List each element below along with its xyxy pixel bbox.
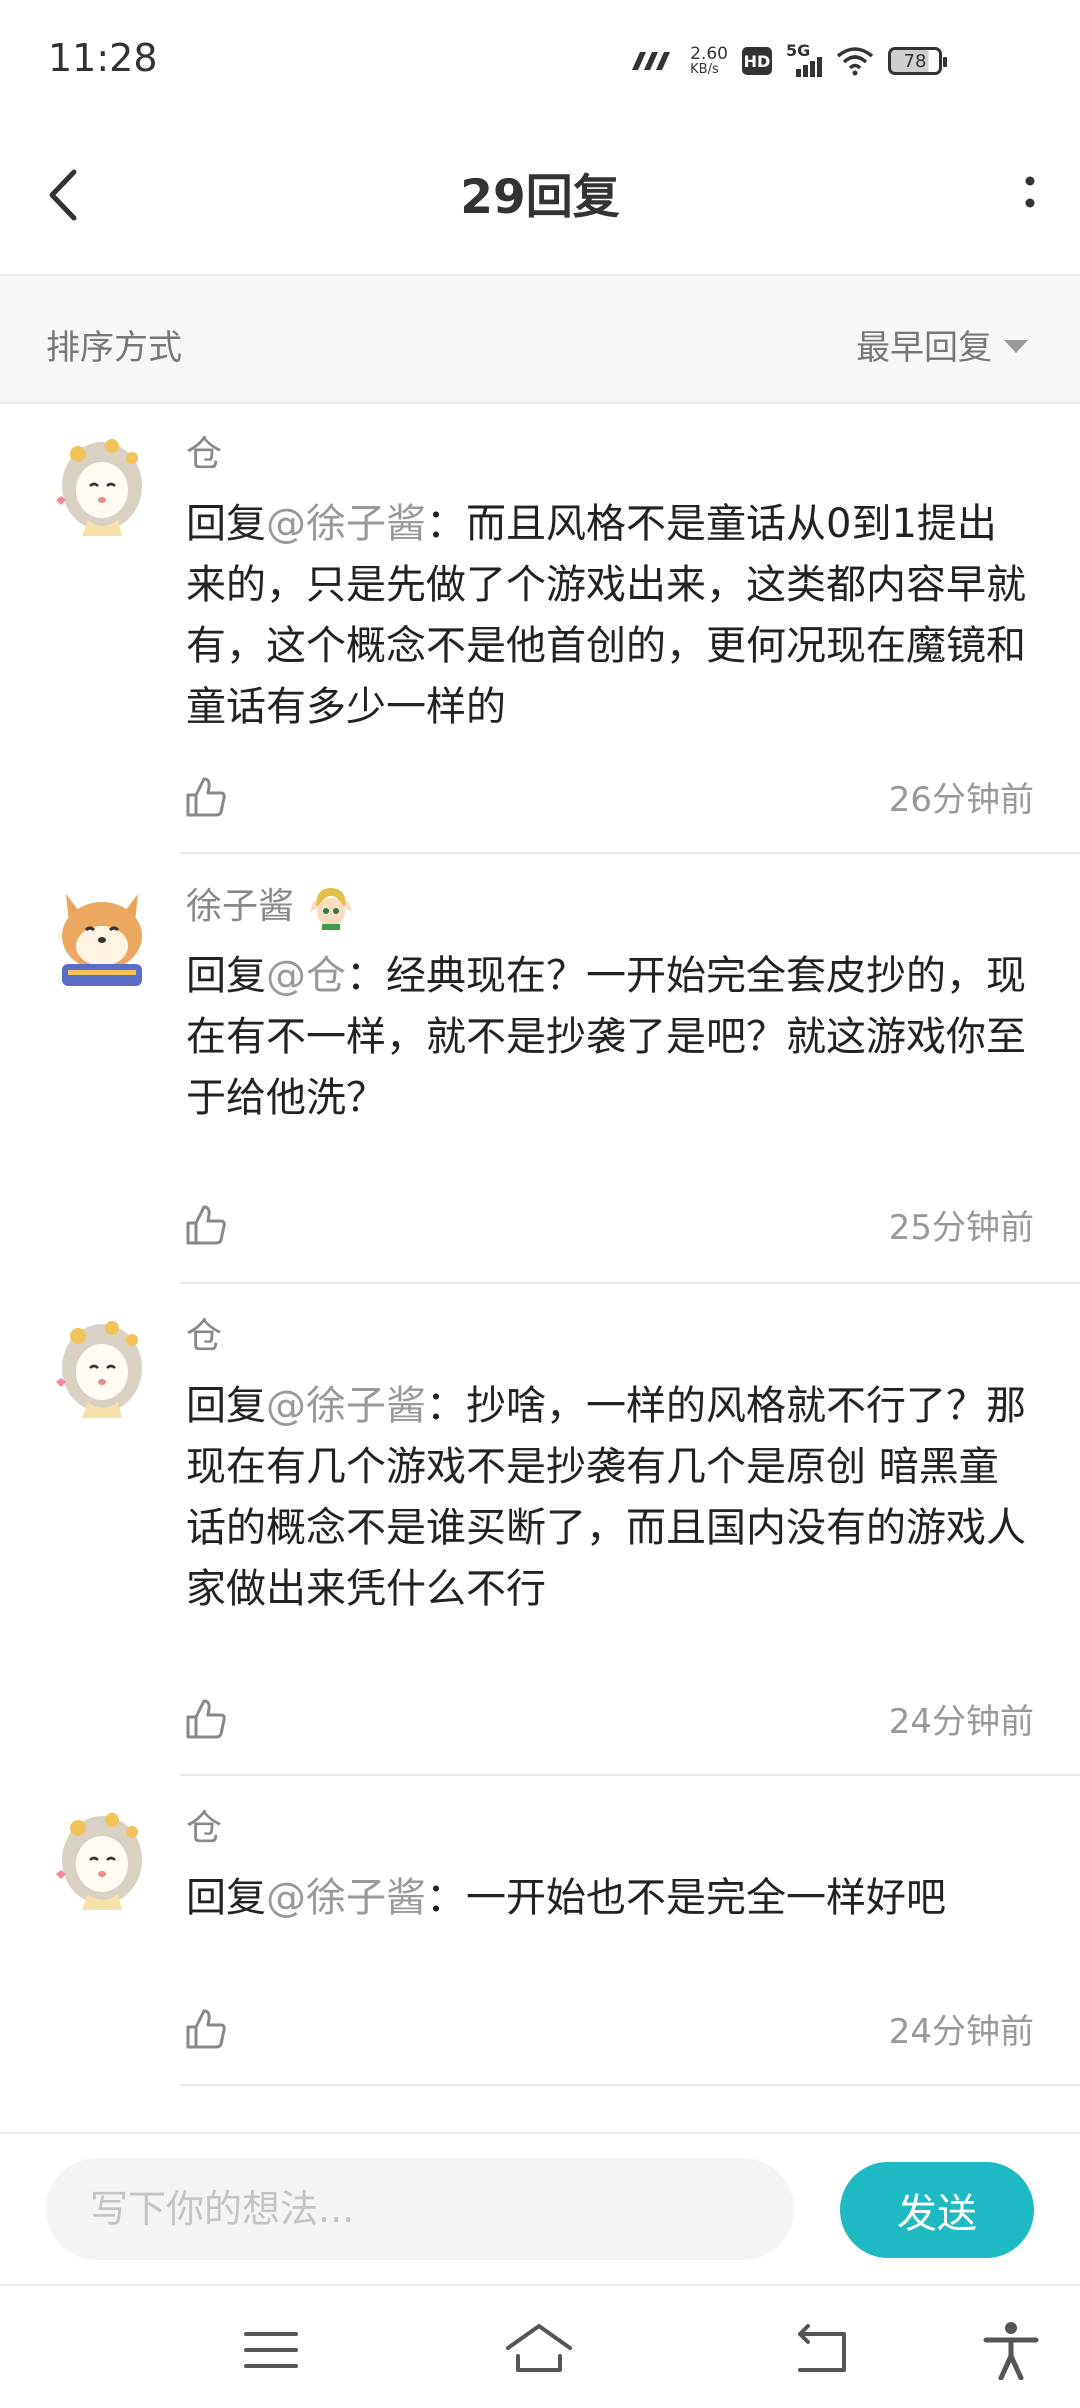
reply-prefix: 回复 [186, 953, 266, 999]
status-bar: 11:28 2.60 KB/s HD 5G 78 [0, 0, 1080, 120]
divider [180, 1282, 1080, 1284]
reply-text: 回复@仓：经典现在？一开始完全套皮抄的，现在有不一样，就不是抄袭了是吧？就这游戏… [186, 946, 1034, 1129]
reply-item: 仓 回复@徐子酱：抄啥，一样的风格就不行了？那现在有几个游戏不是抄袭有几个是原创… [0, 1286, 1080, 1778]
reply-body: 仓 回复@徐子酱：一开始也不是完全一样好吧 [186, 1804, 1034, 1929]
reply-list: 仓 回复@徐子酱：而且风格不是童话从0到1提出来的，只是先做了个游戏出来，这类都… [0, 404, 1080, 2088]
sort-bar: 排序方式 最早回复 [0, 276, 1080, 404]
username-text: 仓 [186, 1316, 223, 1357]
sort-select[interactable]: 最早回复 [856, 320, 1028, 369]
reply-content: ：一开始也不是完全一样好吧 [426, 1875, 946, 1921]
reply-body: 仓 回复@徐子酱：抄啥，一样的风格就不行了？那现在有几个游戏不是抄袭有几个是原创… [186, 1312, 1034, 1620]
divider [180, 852, 1080, 854]
girl-avatar-icon [56, 439, 142, 536]
cellular-signal-icon: 5G [786, 41, 822, 77]
reply-text: 回复@徐子酱：而且风格不是童话从0到1提出来的，只是先做了个游戏出来，这类都内容… [186, 494, 1034, 738]
comment-input[interactable] [46, 2158, 794, 2260]
reply-text: 回复@徐子酱：抄啥，一样的风格就不行了？那现在有几个游戏不是抄袭有几个是原创 暗… [186, 1376, 1034, 1620]
avatar[interactable] [52, 1310, 152, 1420]
accessibility-icon[interactable] [976, 2320, 1046, 2380]
sort-label: 排序方式 [46, 328, 182, 368]
reply-footer: 26分钟前 [184, 772, 1034, 821]
username-text: 徐子酱 [186, 886, 295, 927]
avatar[interactable] [52, 1802, 152, 1912]
net-speed: 2.60 KB/s [690, 44, 728, 77]
reply-body: 徐子酱 回复@仓：经典现在？一开始完全套皮抄的，现在有不一样，就不是抄袭了是吧？… [186, 882, 1034, 1129]
reply-prefix: 回复 [186, 1383, 266, 1429]
reply-prefix: 回复 [186, 501, 266, 547]
net-speed-unit: KB/s [690, 62, 719, 77]
reply-body: 仓 回复@徐子酱：而且风格不是童话从0到1提出来的，只是先做了个游戏出来，这类都… [186, 430, 1034, 738]
mention-link[interactable]: @仓 [266, 953, 346, 999]
page-title: 29回复 [460, 170, 620, 225]
username-text: 仓 [186, 434, 223, 475]
reply-time: 24分钟前 [888, 1702, 1034, 1742]
reply-text: 回复@徐子酱：一开始也不是完全一样好吧 [186, 1868, 1034, 1929]
reply-time: 25分钟前 [888, 1208, 1034, 1248]
status-time: 11:28 [48, 36, 158, 80]
username[interactable]: 仓 [186, 1312, 1034, 1362]
mention-link[interactable]: @徐子酱 [266, 501, 426, 547]
avatar[interactable] [52, 428, 152, 538]
header: 29回复 [0, 120, 1080, 276]
more-options-button[interactable] [1010, 160, 1050, 230]
home-icon[interactable] [504, 2320, 574, 2380]
girl-avatar-icon [56, 1321, 142, 1418]
mention-link[interactable]: @徐子酱 [266, 1875, 426, 1921]
hd-icon: HD [742, 47, 772, 75]
comment-input-bar: 发送 [0, 2132, 1080, 2284]
status-icons: 2.60 KB/s HD 5G 78 [630, 40, 947, 82]
reply-prefix: 回复 [186, 1875, 266, 1921]
thumbs-up-icon[interactable] [184, 1203, 228, 1247]
thumbs-up-icon[interactable] [184, 1697, 228, 1741]
sort-selected-value: 最早回复 [856, 328, 992, 368]
net-speed-value: 2.60 [690, 44, 728, 64]
divider [180, 2084, 1080, 2086]
reply-footer: 25分钟前 [184, 1200, 1034, 1249]
shiba-avatar-icon [62, 894, 142, 986]
username[interactable]: 仓 [186, 430, 1034, 480]
system-nav-bar [0, 2284, 1080, 2408]
menu-icon[interactable] [236, 2320, 306, 2380]
username-text: 仓 [186, 1808, 223, 1849]
reply-footer: 24分钟前 [184, 1694, 1034, 1743]
battery-icon: 78 [888, 47, 947, 75]
reply-item: 仓 回复@徐子酱：而且风格不是童话从0到1提出来的，只是先做了个游戏出来，这类都… [0, 404, 1080, 856]
divider [180, 1774, 1080, 1776]
avatar[interactable] [52, 880, 152, 990]
send-button[interactable]: 发送 [840, 2162, 1034, 2258]
thumbs-up-icon[interactable] [184, 2007, 228, 2051]
reply-footer: 24分钟前 [184, 2004, 1034, 2053]
username[interactable]: 仓 [186, 1804, 1034, 1854]
more-vertical-icon [1025, 176, 1035, 208]
network-type-label: 5G [786, 41, 811, 60]
reply-time: 26分钟前 [888, 780, 1034, 820]
link-badge-icon [310, 888, 353, 930]
wifi-icon [836, 47, 874, 76]
caret-down-icon [1004, 340, 1028, 353]
username[interactable]: 徐子酱 [186, 882, 1034, 932]
girl-avatar-icon [56, 1813, 142, 1910]
mention-link[interactable]: @徐子酱 [266, 1383, 426, 1429]
reply-item: 徐子酱 回复@仓：经典现在？一开始完全套皮抄的，现在有不一样，就不是抄袭了是吧？… [0, 856, 1080, 1286]
thumbs-up-icon[interactable] [184, 775, 228, 819]
back-nav-icon[interactable] [788, 2320, 858, 2380]
reply-time: 24分钟前 [888, 2012, 1034, 2052]
reply-item: 仓 回复@徐子酱：一开始也不是完全一样好吧 24分钟前 [0, 1778, 1080, 2088]
signal-brand-icon [632, 52, 671, 70]
